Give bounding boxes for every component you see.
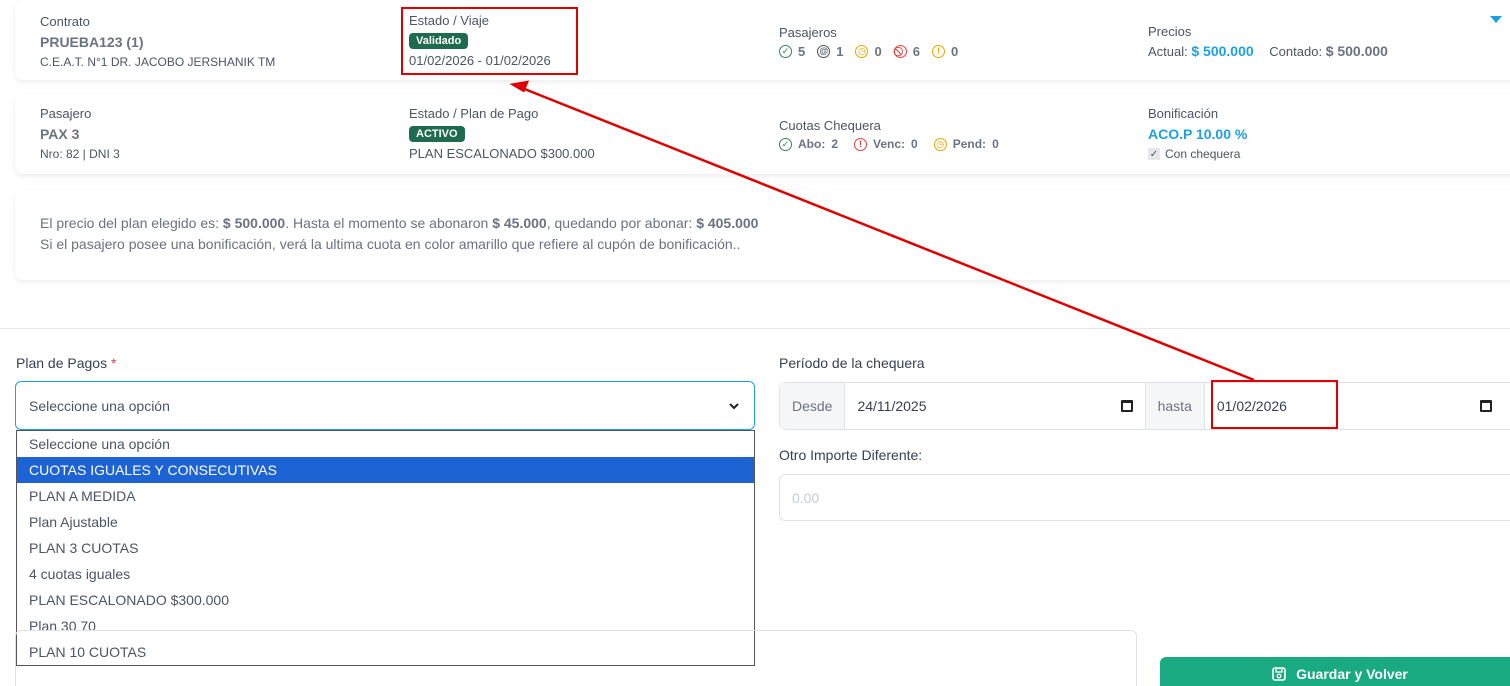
- annotation-arrow: [509, 80, 1255, 382]
